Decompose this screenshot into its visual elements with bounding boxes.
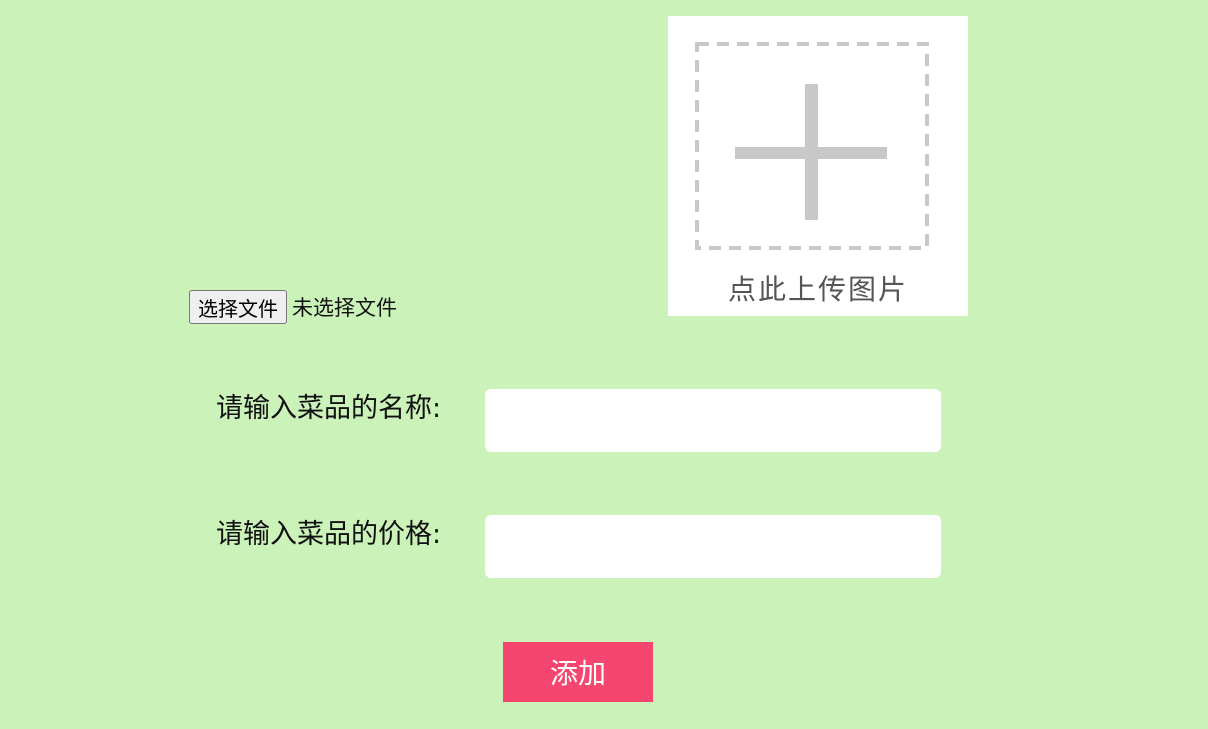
plus-icon xyxy=(735,84,887,220)
file-status-text: 未选择文件 xyxy=(292,296,397,320)
image-upload-area[interactable]: 点此上传图片 xyxy=(668,16,968,316)
file-input[interactable]: 选择文件 未选择文件 xyxy=(189,290,397,324)
add-button[interactable]: 添加 xyxy=(503,642,653,702)
dish-price-label: 请输入菜品的价格: xyxy=(216,519,442,550)
dish-price-input[interactable] xyxy=(485,515,941,578)
upload-hint-text: 点此上传图片 xyxy=(727,273,908,306)
choose-file-button[interactable]: 选择文件 xyxy=(189,290,287,324)
upload-placeholder-graphic xyxy=(695,42,929,250)
dish-name-label: 请输入菜品的名称: xyxy=(216,393,442,424)
dish-name-input[interactable] xyxy=(485,389,941,452)
